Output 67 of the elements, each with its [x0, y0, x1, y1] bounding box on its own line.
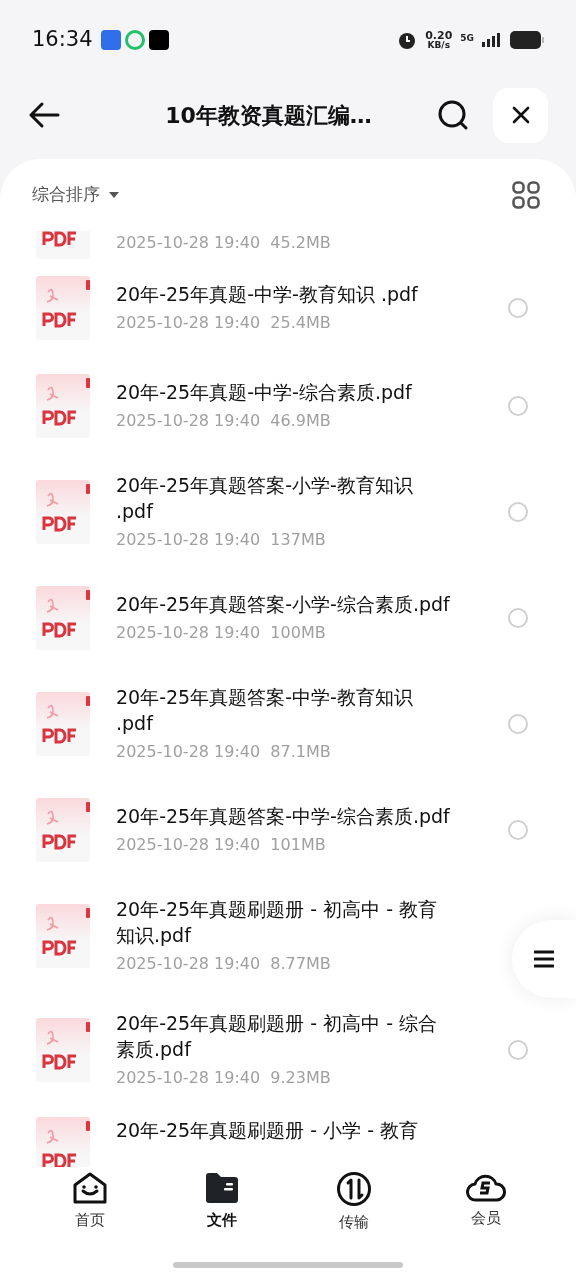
transfer-icon: [336, 1171, 372, 1207]
file-meta: 2025-10-28 19:40 25.4MB: [116, 312, 332, 334]
nav-tab[interactable]: 传输: [314, 1171, 394, 1234]
file-row[interactable]: 20年-25年真题刷题册 - 初高中 - 综合素质.pdf 2025-10-28 19:40 9.23MB: [0, 993, 576, 1107]
file-row[interactable]: 20年-25年真题-中学-综合素质.pdf 2025-10-28 19:40 46.9MB: [0, 357, 576, 455]
page-title: 10年教资真题汇编…: [164, 101, 373, 130]
file-row[interactable]: 20年-25年真题答案-小学-教育知识 .pdf 2025-10-28 19:40 137MB: [0, 455, 576, 569]
file-name: 20年-25年真题刷题册 - 初高中 - 综合素质.pdf: [116, 1011, 439, 1062]
nav-tab[interactable]: 会员: [446, 1171, 526, 1230]
file-meta: 2025-10-28 19:40 46.9MB: [116, 410, 332, 432]
file-name: 20年-25年真题答案-中学-综合素质.pdf: [116, 804, 451, 829]
file-row[interactable]: 20年-25年真题答案-中学-教育知识 .pdf 2025-10-28 19:40 87.1MB: [0, 667, 576, 781]
file-name: 20年-25年真题-中学-综合素质.pdf: [116, 380, 413, 405]
signal-icon: [482, 32, 502, 47]
file-row[interactable]: 20年-25年真题-中学-教育知识 .pdf 2025-10-28 19:40 25.4MB: [0, 259, 576, 357]
pdf-file-icon: [36, 374, 92, 438]
file-name: 20年-25年真题答案-小学-教育知识 .pdf: [116, 473, 414, 524]
file-name: 20年-25年真题答案-小学-综合素质.pdf: [116, 592, 451, 617]
grid-view-icon[interactable]: [512, 181, 540, 209]
select-radio[interactable]: [508, 396, 528, 416]
select-radio[interactable]: [508, 298, 528, 318]
close-icon: [511, 106, 530, 124]
pdf-file-icon: [36, 480, 92, 544]
battery-icon: [510, 30, 544, 49]
smiley-house-icon: [72, 1171, 108, 1205]
caret-icon: [108, 191, 120, 199]
file-meta: 2025-10-28 19:40 137MB: [116, 529, 327, 551]
file-meta: 2025-10-28 19:40 100MB: [116, 622, 327, 644]
app-notification-icon: [100, 29, 121, 50]
search-icon[interactable]: [437, 99, 469, 131]
music-notification-icon: [148, 29, 169, 50]
back-arrow-icon[interactable]: [28, 101, 60, 129]
file-meta: 2025-10-28 19:40 8.77MB: [116, 953, 332, 975]
pdf-file-icon: [36, 586, 92, 650]
pdf-file-icon: [36, 798, 92, 862]
file-name: 20年-25年真题答案-中学-教育知识 .pdf: [116, 685, 414, 736]
pdf-file-icon: [36, 904, 92, 968]
recycle-notification-icon: [124, 29, 145, 50]
file-name: 20年-25年真题刷题册 - 小学 - 教育: [116, 1118, 419, 1143]
close-button[interactable]: [493, 87, 548, 143]
file-meta: 2025-10-28 19:40 45.2MB: [116, 232, 331, 254]
file-meta: 2025-10-28 19:40 87.1MB: [116, 741, 332, 763]
file-name: 20年-25年真题-中学-教育知识 .pdf: [116, 282, 419, 307]
select-radio[interactable]: [508, 820, 528, 840]
pdf-file-icon: [36, 276, 92, 340]
file-name: 20年-25年真题刷题册 - 初高中 - 教育知识.pdf: [116, 897, 439, 948]
file-meta: 2025-10-28 19:40 9.23MB: [116, 1067, 332, 1089]
select-radio[interactable]: [508, 1040, 528, 1060]
nav-tab[interactable]: 文件: [182, 1171, 262, 1232]
file-meta: 2025-10-28 19:40 101MB: [116, 834, 327, 856]
sort-dropdown[interactable]: 综合排序: [32, 182, 120, 208]
select-radio[interactable]: [508, 502, 528, 522]
menu-icon: [534, 950, 554, 968]
pdf-file-icon: [36, 692, 92, 756]
select-radio[interactable]: [508, 608, 528, 628]
pdf-file-icon: [36, 1117, 92, 1167]
folder-icon: [204, 1171, 240, 1205]
network-type: 5G: [460, 31, 474, 45]
nav-tab[interactable]: 首页: [50, 1171, 130, 1232]
net-speed-unit: KB/s: [427, 40, 450, 50]
net-speed: 0.20: [425, 29, 453, 41]
select-radio[interactable]: [508, 714, 528, 734]
status-time: 16:34: [32, 25, 93, 53]
pdf-file-icon: [36, 1018, 92, 1082]
file-row[interactable]: 20年-25年真题刷题册 - 初高中 - 教育知识.pdf 2025-10-28 19:40 8.77MB: [0, 879, 576, 993]
file-row[interactable]: 20年-25年真题答案-小学-综合素质.pdf 2025-10-28 19:40 100MB: [0, 569, 576, 667]
file-row[interactable]: 20年-25年真题答案-中学-综合素质.pdf 2025-10-28 19:40 101MB: [0, 781, 576, 879]
